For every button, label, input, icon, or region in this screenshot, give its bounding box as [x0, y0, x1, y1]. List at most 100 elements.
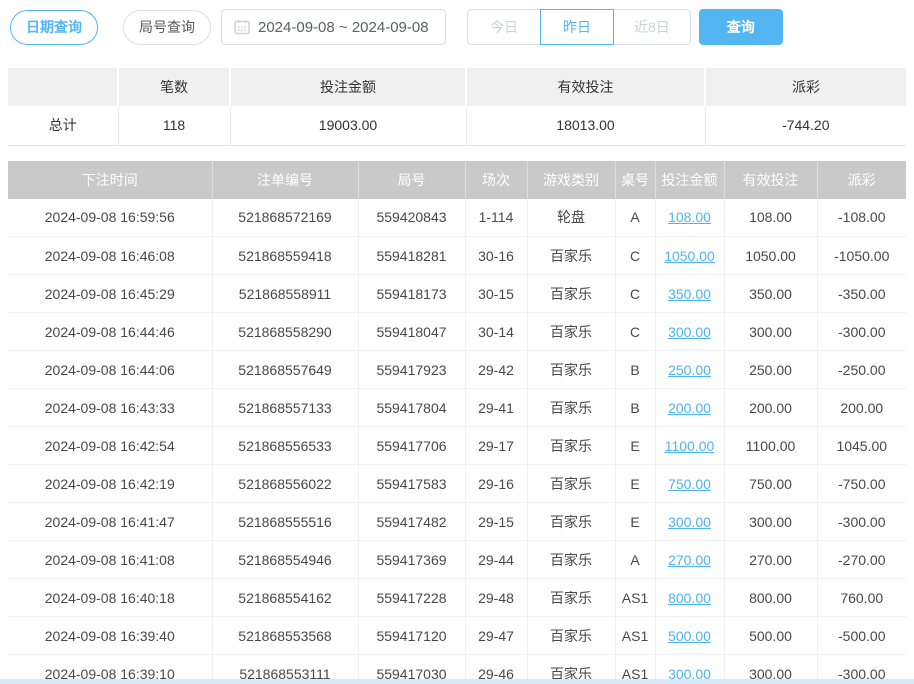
bet-amount-link[interactable]: 250.00: [668, 362, 711, 378]
cell-game-type: 百家乐: [527, 313, 615, 351]
cell-bet-time: 2024-09-08 16:40:18: [8, 579, 212, 617]
cell-slip-number: 521868556533: [212, 427, 358, 465]
date-range-input[interactable]: 2024-09-08 ~ 2024-09-08: [221, 9, 446, 45]
cell-bet-time: 2024-09-08 16:59:56: [8, 199, 212, 237]
cell-session: 29-47: [465, 617, 527, 655]
table-row: 2024-09-08 16:46:08521868559418559418281…: [8, 237, 906, 275]
cell-slip-number: 521868558911: [212, 275, 358, 313]
cell-bet-time: 2024-09-08 16:43:33: [8, 389, 212, 427]
cell-bet-time: 2024-09-08 16:41:08: [8, 541, 212, 579]
cell-valid-bet: 270.00: [724, 541, 817, 579]
cell-valid-bet: 1050.00: [724, 237, 817, 275]
cell-slip-number: 521868554946: [212, 541, 358, 579]
col-header-bet-amount: 投注金额: [655, 161, 724, 199]
col-header-slip-number: 注单编号: [212, 161, 358, 199]
cell-slip-number: 521868557649: [212, 351, 358, 389]
cell-table-number: C: [615, 313, 655, 351]
cell-table-number: B: [615, 351, 655, 389]
cell-slip-number: 521868553568: [212, 617, 358, 655]
cell-round-number: 559417923: [358, 351, 465, 389]
horizontal-scrollbar[interactable]: [0, 679, 914, 684]
bet-amount-link[interactable]: 500.00: [668, 628, 711, 644]
cell-payout: -350.00: [817, 275, 906, 313]
cell-game-type: 百家乐: [527, 275, 615, 313]
cell-session: 29-16: [465, 465, 527, 503]
bet-amount-link[interactable]: 350.00: [668, 286, 711, 302]
round-query-button[interactable]: 局号查询: [123, 10, 211, 45]
summary-total-bet-amount: 19003.00: [230, 106, 466, 145]
cell-valid-bet: 108.00: [724, 199, 817, 237]
cell-round-number: 559417583: [358, 465, 465, 503]
cell-table-number: AS1: [615, 579, 655, 617]
cell-bet-time: 2024-09-08 16:41:47: [8, 503, 212, 541]
summary-col-count: 笔数: [118, 68, 230, 106]
cell-valid-bet: 800.00: [724, 579, 817, 617]
cell-table-number: E: [615, 427, 655, 465]
cell-bet-time: 2024-09-08 16:45:29: [8, 275, 212, 313]
col-header-table-number: 桌号: [615, 161, 655, 199]
cell-round-number: 559417369: [358, 541, 465, 579]
cell-session: 29-17: [465, 427, 527, 465]
cell-valid-bet: 1100.00: [724, 427, 817, 465]
cell-game-type: 轮盘: [527, 199, 615, 237]
cell-bet-amount: 500.00: [655, 617, 724, 655]
table-row: 2024-09-08 16:44:46521868558290559418047…: [8, 313, 906, 351]
bet-amount-link[interactable]: 200.00: [668, 400, 711, 416]
bet-amount-link[interactable]: 300.00: [668, 514, 711, 530]
summary-header-row: 笔数 投注金额 有效投注 派彩: [8, 68, 906, 106]
bet-amount-link[interactable]: 750.00: [668, 476, 711, 492]
cell-bet-amount: 1050.00: [655, 237, 724, 275]
cell-game-type: 百家乐: [527, 427, 615, 465]
cell-table-number: AS1: [615, 617, 655, 655]
cell-valid-bet: 300.00: [724, 503, 817, 541]
cell-bet-amount: 1100.00: [655, 427, 724, 465]
bet-amount-link[interactable]: 1100.00: [665, 438, 715, 454]
cell-payout: -300.00: [817, 503, 906, 541]
bet-amount-link[interactable]: 800.00: [668, 590, 711, 606]
cell-bet-time: 2024-09-08 16:44:46: [8, 313, 212, 351]
summary-table: 笔数 投注金额 有效投注 派彩 总计 118 19003.00 18013.00…: [8, 68, 906, 146]
cell-table-number: A: [615, 199, 655, 237]
col-header-bet-time: 下注时间: [8, 161, 212, 199]
cell-game-type: 百家乐: [527, 465, 615, 503]
query-button[interactable]: 查询: [699, 9, 783, 45]
cell-bet-time: 2024-09-08 16:46:08: [8, 237, 212, 275]
records-body: 2024-09-08 16:59:56521868572169559420843…: [8, 199, 906, 684]
cell-valid-bet: 250.00: [724, 351, 817, 389]
bet-amount-link[interactable]: 270.00: [668, 552, 711, 568]
bet-amount-link[interactable]: 1050.00: [664, 248, 715, 264]
last8days-button[interactable]: 近8日: [613, 9, 691, 45]
cell-round-number: 559417228: [358, 579, 465, 617]
table-row: 2024-09-08 16:42:19521868556022559417583…: [8, 465, 906, 503]
bet-amount-link[interactable]: 300.00: [668, 324, 711, 340]
cell-bet-amount: 350.00: [655, 275, 724, 313]
cell-game-type: 百家乐: [527, 389, 615, 427]
col-header-payout: 派彩: [817, 161, 906, 199]
cell-round-number: 559417120: [358, 617, 465, 655]
cell-game-type: 百家乐: [527, 617, 615, 655]
summary-col-valid-bet: 有效投注: [466, 68, 705, 106]
bet-amount-link[interactable]: 108.00: [668, 209, 711, 225]
yesterday-button[interactable]: 昨日: [540, 9, 614, 45]
cell-valid-bet: 200.00: [724, 389, 817, 427]
cell-round-number: 559417804: [358, 389, 465, 427]
summary-col-bet-amount: 投注金额: [230, 68, 466, 106]
cell-payout: -250.00: [817, 351, 906, 389]
date-range-value: 2024-09-08 ~ 2024-09-08: [258, 19, 429, 36]
cell-round-number: 559418047: [358, 313, 465, 351]
date-query-button[interactable]: 日期查询: [10, 10, 98, 45]
calendar-icon: [234, 19, 250, 35]
cell-round-number: 559417706: [358, 427, 465, 465]
col-header-game-type: 游戏类别: [527, 161, 615, 199]
cell-game-type: 百家乐: [527, 237, 615, 275]
summary-total-row: 总计 118 19003.00 18013.00 -744.20: [8, 106, 906, 145]
today-button[interactable]: 今日: [467, 9, 541, 45]
cell-table-number: A: [615, 541, 655, 579]
table-row: 2024-09-08 16:42:54521868556533559417706…: [8, 427, 906, 465]
summary-total-label: 总计: [8, 106, 118, 145]
table-row: 2024-09-08 16:40:18521868554162559417228…: [8, 579, 906, 617]
cell-session: 29-42: [465, 351, 527, 389]
summary-total-payout: -744.20: [705, 106, 906, 145]
cell-payout: -108.00: [817, 199, 906, 237]
table-row: 2024-09-08 16:39:40521868553568559417120…: [8, 617, 906, 655]
